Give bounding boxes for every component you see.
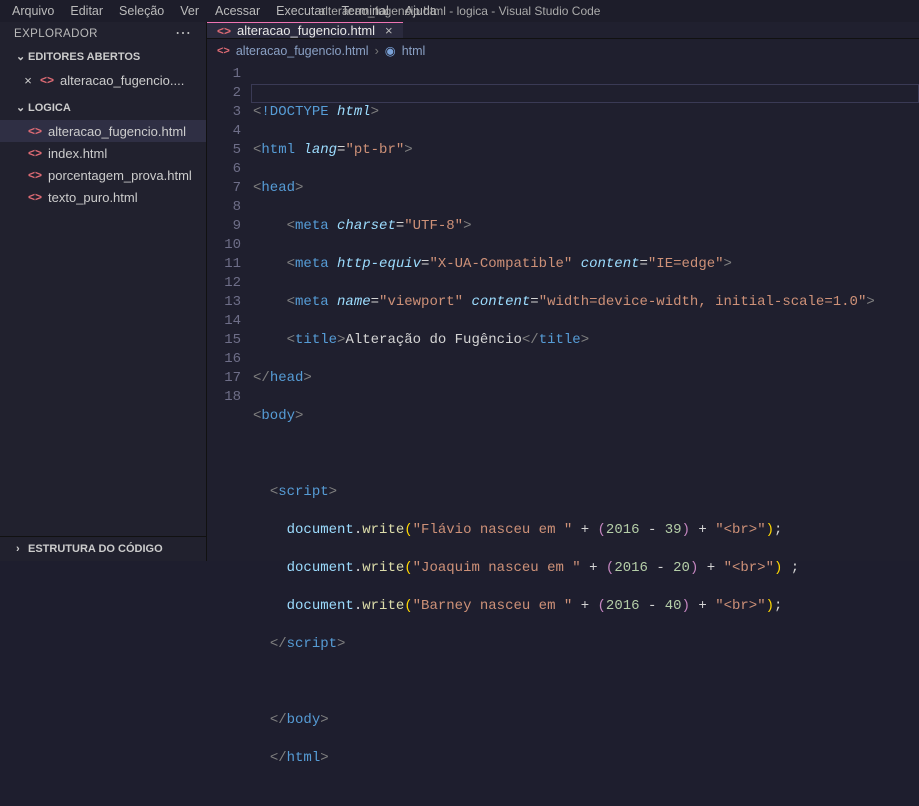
file-name: porcentagem_prova.html bbox=[48, 168, 192, 183]
file-name: alteracao_fugencio.html bbox=[48, 124, 186, 139]
menu-ver[interactable]: Ver bbox=[172, 2, 207, 20]
tab-name: alteracao_fugencio.html bbox=[237, 23, 375, 38]
menu-arquivo[interactable]: Arquivo bbox=[4, 2, 62, 20]
chevron-right-icon: › bbox=[16, 543, 24, 555]
code-editor[interactable]: 123 456 789 101112 131415 161718 <!DOCTY… bbox=[207, 62, 919, 806]
html-file-icon: <> bbox=[28, 146, 42, 160]
open-editor-filename: alteracao_fugencio.... bbox=[60, 73, 184, 88]
active-line-highlight bbox=[251, 84, 919, 103]
html-file-icon: <> bbox=[28, 124, 42, 138]
editor-area: <> alteracao_fugencio.html × <> alteraca… bbox=[207, 22, 919, 561]
close-icon[interactable]: × bbox=[22, 73, 34, 88]
breadcrumb[interactable]: <> alteracao_fugencio.html › ◉ html bbox=[207, 39, 919, 62]
html-file-icon: <> bbox=[217, 45, 230, 57]
close-icon[interactable]: × bbox=[385, 23, 393, 38]
menubar: Arquivo Editar Seleção Ver Acessar Execu… bbox=[0, 0, 919, 22]
open-editor-item[interactable]: × <> alteracao_fugencio.... bbox=[0, 69, 206, 91]
folder-label: LOGICA bbox=[28, 102, 71, 114]
crumb-file[interactable]: alteracao_fugencio.html bbox=[236, 44, 369, 58]
chevron-right-icon: › bbox=[375, 44, 379, 58]
html-file-icon: <> bbox=[28, 168, 42, 182]
section-folder[interactable]: ⌄ LOGICA bbox=[0, 97, 206, 118]
html-file-icon: <> bbox=[28, 190, 42, 204]
file-item[interactable]: <> alteracao_fugencio.html bbox=[0, 120, 206, 142]
html-file-icon: <> bbox=[40, 73, 54, 87]
file-name: texto_puro.html bbox=[48, 190, 138, 205]
chevron-down-icon: ⌄ bbox=[16, 50, 24, 63]
line-number-gutter: 123 456 789 101112 131415 161718 bbox=[207, 62, 253, 806]
file-item[interactable]: <> porcentagem_prova.html bbox=[0, 164, 206, 186]
window-title: alteracao_fugencio.html - logica - Visua… bbox=[319, 4, 601, 18]
crumb-node[interactable]: html bbox=[402, 44, 426, 58]
file-item[interactable]: <> index.html bbox=[0, 142, 206, 164]
explorer-sidebar: EXPLORADOR ⋯ ⌄ EDITORES ABERTOS × <> alt… bbox=[0, 22, 207, 561]
explorer-title: EXPLORADOR bbox=[14, 28, 98, 40]
section-open-editors[interactable]: ⌄ EDITORES ABERTOS bbox=[0, 46, 206, 67]
outline-label: ESTRUTURA DO CÓDIGO bbox=[28, 543, 163, 555]
menu-acessar[interactable]: Acessar bbox=[207, 2, 268, 20]
code-content[interactable]: <!DOCTYPE html> <html lang="pt-br"> <hea… bbox=[253, 62, 919, 806]
menu-editar[interactable]: Editar bbox=[62, 2, 111, 20]
open-editors-label: EDITORES ABERTOS bbox=[28, 51, 140, 63]
tab-bar: <> alteracao_fugencio.html × bbox=[207, 22, 919, 39]
html-file-icon: <> bbox=[217, 24, 231, 38]
menu-selecao[interactable]: Seleção bbox=[111, 2, 172, 20]
file-name: index.html bbox=[48, 146, 107, 161]
file-item[interactable]: <> texto_puro.html bbox=[0, 186, 206, 208]
more-icon[interactable]: ⋯ bbox=[175, 29, 192, 39]
chevron-down-icon: ⌄ bbox=[16, 101, 24, 114]
node-icon: ◉ bbox=[385, 43, 396, 58]
tab-active[interactable]: <> alteracao_fugencio.html × bbox=[207, 22, 403, 38]
section-outline[interactable]: › ESTRUTURA DO CÓDIGO bbox=[0, 536, 206, 561]
